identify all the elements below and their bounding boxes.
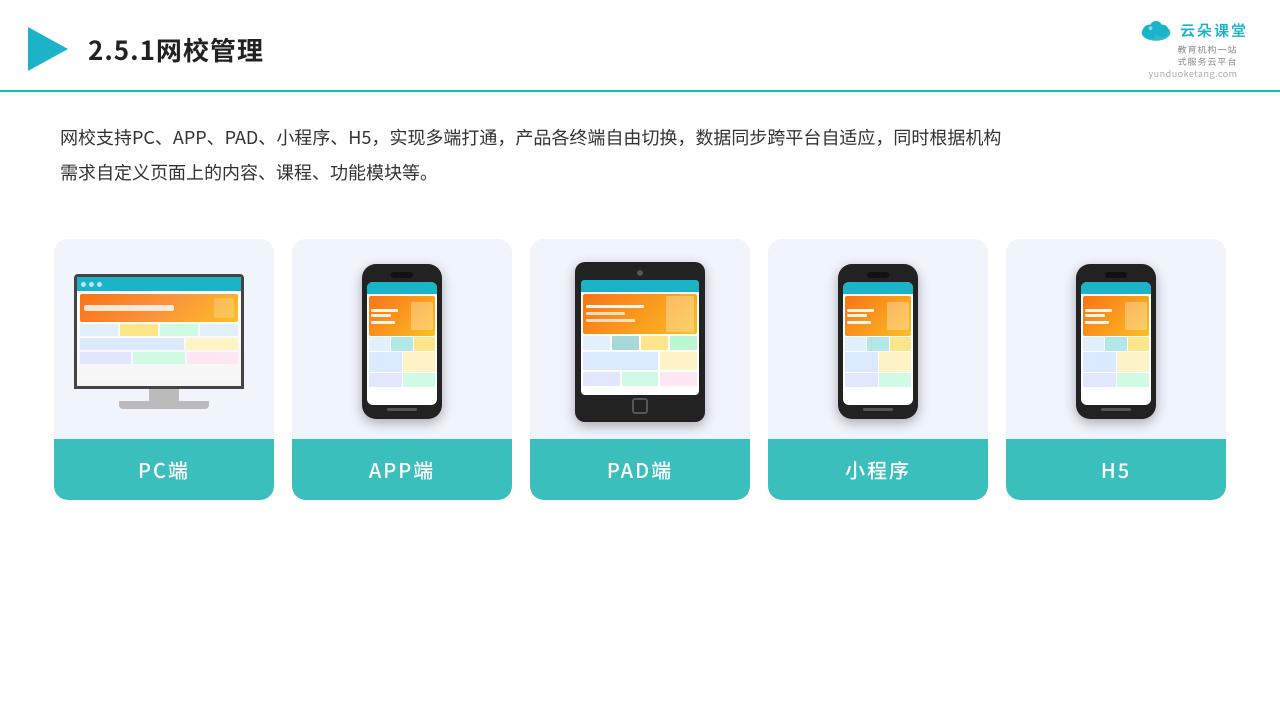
header: 2.5.1网校管理 云朵课堂 教育机构一站 式服务云平台 yunduoketan… [0,0,1280,92]
card-pad: PAD端 [530,239,750,500]
monitor-screen [74,274,244,389]
miniapp-phone [838,264,918,419]
card-pc-label: PC端 [54,439,274,500]
description-text: 网校支持PC、APP、PAD、小程序、H5，实现多端打通，产品各终端自由切换，数… [60,120,1220,188]
description: 网校支持PC、APP、PAD、小程序、H5，实现多端打通，产品各终端自由切换，数… [0,92,1280,198]
logo-cloud: 云朵课堂 [1138,18,1248,42]
card-miniapp: 小程序 [768,239,988,500]
card-app: APP端 [292,239,512,500]
card-h5-label: H5 [1006,439,1226,500]
pad-tablet [575,262,705,422]
card-h5: H5 [1006,239,1226,500]
logo-url: yunduoketang.com [1148,67,1237,80]
card-app-label: APP端 [292,439,512,500]
app-phone [362,264,442,419]
card-pad-label: PAD端 [530,439,750,500]
header-left: 2.5.1网校管理 [20,23,264,75]
logo-text-cn: 云朵课堂 [1180,20,1248,41]
cloud-icon [1138,18,1174,42]
pc-monitor [74,274,254,409]
card-pc: PC端 [54,239,274,500]
h5-phone [1076,264,1156,419]
card-miniapp-image [768,239,988,439]
card-miniapp-label: 小程序 [768,439,988,500]
cards-container: PC端 [0,209,1280,500]
page-title: 2.5.1网校管理 [88,31,264,68]
card-app-image [292,239,512,439]
card-pad-image [530,239,750,439]
play-icon [20,23,72,75]
logo-area: 云朵课堂 教育机构一站 式服务云平台 yunduoketang.com [1138,18,1248,80]
logo-subtitle-1: 教育机构一站 [1178,44,1238,56]
logo-subtitle-2: 式服务云平台 [1178,56,1238,68]
card-pc-image [54,239,274,439]
card-h5-image [1006,239,1226,439]
